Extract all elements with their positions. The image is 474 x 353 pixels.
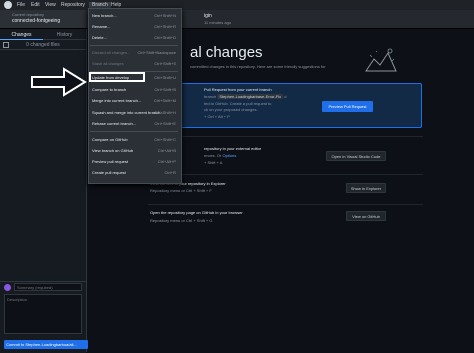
- menu-item-shortcut: Ctrl+Alt+P: [157, 159, 176, 164]
- pr-card-shortcut: + Ctrl + Alt + P: [204, 114, 230, 119]
- menu-item-squash-and-merge[interactable]: Squash and merge into current branch... C…: [92, 110, 180, 115]
- menu-item-merge-into-current[interactable]: Merge into current branch... Ctrl+Shift+M: [92, 98, 180, 103]
- menu-item-label: Rebase current branch...: [92, 121, 137, 126]
- menu-item-label: New branch...: [92, 13, 117, 18]
- highlight-box: [89, 72, 145, 82]
- menu-item-compare-on-github[interactable]: Compare on GitHub Ctrl+Shift+C: [92, 137, 180, 142]
- divider: [148, 174, 423, 175]
- menu-item-rebase-current[interactable]: Rebase current branch... Ctrl+Shift+E: [92, 121, 180, 126]
- menu-item-label: Delete...: [92, 35, 107, 40]
- changed-files-count: 0 changed files: [26, 42, 60, 48]
- menu-item-label: Stash all changes: [92, 61, 124, 66]
- pr-card-branch-line: branch Stephen-Loadingbarbase-Error-Fix …: [204, 94, 287, 99]
- menu-item-label: Compare to branch: [92, 87, 127, 92]
- commit-summary-input[interactable]: [14, 283, 82, 291]
- menu-item-label: Squash and merge into current branch...: [92, 110, 164, 115]
- commit-description-input[interactable]: [4, 294, 82, 334]
- menu-item-label: Preview pull request: [92, 159, 129, 164]
- pull-request-card: [150, 83, 422, 128]
- page-title: al changes: [190, 44, 263, 61]
- menu-item-shortcut: Ctrl+Shift+C: [154, 137, 176, 142]
- pr-card-description: ted to GitHub. Create a pull request to: [204, 101, 272, 106]
- tab-history-label: History: [56, 32, 73, 38]
- menu-item-shortcut: Ctrl+Alt+B: [157, 148, 176, 153]
- repo-label: Current repository: [12, 12, 45, 17]
- menu-item-preview-pull-request[interactable]: Preview pull request Ctrl+Alt+P: [92, 159, 180, 164]
- menu-item-label: Create pull request: [92, 170, 126, 175]
- menu-item-shortcut: Ctrl+Shift+U: [154, 75, 176, 80]
- menu-item-label: Merge into current branch...: [92, 98, 142, 103]
- menu-item-new-branch[interactable]: New branch... Ctrl+Shift+N: [92, 13, 180, 18]
- tab-changes[interactable]: Changes: [0, 30, 43, 40]
- editor-card-subtitle: ences. Or Options: [204, 153, 236, 158]
- pr-branch-prefix: branch: [204, 94, 217, 99]
- menu-item-shortcut: Ctrl+Shift+D: [154, 35, 176, 40]
- menu-item-shortcut: Ctrl+Shift+R: [154, 24, 176, 29]
- menu-item-label: Compare on GitHub: [92, 137, 128, 142]
- menu-separator: [90, 45, 178, 46]
- preview-pull-request-button[interactable]: Preview Pull Request: [322, 101, 373, 112]
- github-card-title: Open the repository page on GitHub in yo…: [150, 210, 243, 215]
- menu-item-compare-to-branch[interactable]: Compare to branch Ctrl+Shift+B: [92, 87, 180, 92]
- menu-item-label: View branch on GitHub: [92, 148, 134, 153]
- menu-item-rename[interactable]: Rename... Ctrl+Shift+R: [92, 24, 180, 29]
- menu-item-shortcut: Ctrl+Shift+S: [154, 61, 176, 66]
- editor-card-title: repository in your external editor: [204, 146, 262, 151]
- menu-file[interactable]: File: [17, 2, 25, 8]
- menu-item-discard-all-changes: Discard all changes... Ctrl+Shift+Backspa…: [92, 50, 180, 55]
- menu-item-shortcut: Ctrl+Shift+Backspace: [137, 50, 176, 55]
- github-card-subtitle: Repository menu or Ctrl + Shift + G: [150, 218, 213, 223]
- menu-item-label: Rename...: [92, 24, 111, 29]
- view-on-github-button[interactable]: View on GitHub: [346, 211, 386, 221]
- editor-card-sub-prefix: ences. Or: [204, 153, 222, 158]
- menu-item-shortcut: Ctrl+R: [164, 170, 176, 175]
- no-changes-illustration-icon: [365, 48, 397, 72]
- menu-item-view-branch-on-github[interactable]: View branch on GitHub Ctrl+Alt+B: [92, 148, 180, 153]
- divider: [148, 204, 423, 205]
- commit-button[interactable]: Commit to Stephen-Loadingbarboa/ali...: [4, 340, 88, 349]
- menu-repository[interactable]: Repository: [61, 2, 85, 8]
- explorer-card-subtitle: Repository menu or Ctrl + Shift + F: [150, 188, 212, 193]
- github-logo-icon: [4, 1, 12, 9]
- menu-item-shortcut: Ctrl+Shift+E: [154, 121, 176, 126]
- menu-item-delete[interactable]: Delete... Ctrl+Shift+D: [92, 35, 180, 40]
- menu-item-shortcut: Ctrl+Shift+M: [153, 98, 176, 103]
- menu-edit[interactable]: Edit: [31, 2, 40, 8]
- pointer-arrow-icon: [31, 67, 87, 97]
- editor-card-shortcut: + Shift + A: [204, 160, 223, 165]
- pr-card-title: Pull Request from your current branch: [204, 87, 272, 92]
- tab-changes-label: Changes: [11, 32, 32, 38]
- menu-item-shortcut: Ctrl+Shift+N: [154, 13, 176, 18]
- menu-item-shortcut: Ctrl+Shift+B: [154, 87, 176, 92]
- page-subtitle: committed changes in this repository. He…: [190, 64, 326, 69]
- menu-item-create-pull-request[interactable]: Create pull request Ctrl+R: [92, 170, 180, 175]
- divider: [148, 136, 423, 137]
- pr-branch-suffix: d: [284, 94, 287, 99]
- menu-item-label: Discard all changes...: [92, 50, 131, 55]
- fetch-origin-time: 11 minutes ago: [204, 20, 232, 25]
- branch-name-badge: Stephen-Loadingbarbase-Error-Fix: [217, 94, 284, 99]
- pr-card-description-2: ck on your proposed changes.: [204, 107, 258, 112]
- avatar: [4, 284, 11, 291]
- menu-view[interactable]: View: [45, 2, 56, 8]
- fetch-origin-label[interactable]: igin: [204, 13, 212, 19]
- tab-history[interactable]: History: [43, 30, 86, 40]
- menu-item-shortcut: Ctrl+Shift+H: [154, 110, 176, 115]
- menu-separator: [90, 131, 178, 132]
- show-in-explorer-button[interactable]: Show in Explorer: [346, 183, 386, 193]
- repo-name: connected-fontgeeing: [12, 18, 61, 24]
- open-in-editor-button[interactable]: Open in Visual Studio Code: [326, 151, 386, 161]
- menu-item-stash-all-changes: Stash all changes Ctrl+Shift+S: [92, 61, 180, 66]
- options-link[interactable]: Options: [222, 153, 236, 158]
